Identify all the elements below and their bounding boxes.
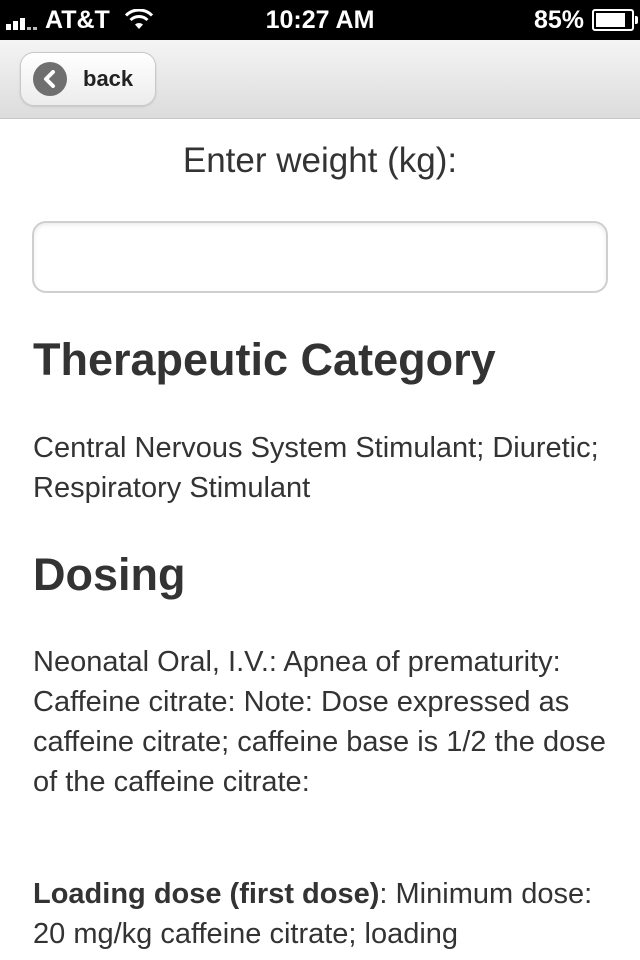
battery-icon xyxy=(592,9,638,31)
therapeutic-category-heading: Therapeutic Category xyxy=(33,334,496,385)
status-bar: AT&T 10:27 AM 85% xyxy=(0,0,640,40)
therapeutic-category-text: Central Nervous System Stimulant; Diuret… xyxy=(33,432,599,504)
battery-percent: 85% xyxy=(533,5,584,34)
chevron-left-icon xyxy=(33,62,67,96)
weight-label: Enter weight (kg): xyxy=(182,141,458,180)
dosing-text: Neonatal Oral, I.V.: Apnea of prematurit… xyxy=(33,646,606,798)
loading-dose-label: Loading dose (first dose) xyxy=(33,878,380,910)
status-right: 85% xyxy=(533,4,638,36)
weight-input[interactable] xyxy=(32,221,608,293)
dosing-heading: Dosing xyxy=(33,549,186,600)
loading-dose-paragraph: Loading dose (first dose): Minimum dose:… xyxy=(33,874,613,954)
back-button[interactable]: back xyxy=(20,52,156,106)
back-button-label: back xyxy=(83,66,134,91)
navigation-header: back xyxy=(0,40,640,119)
